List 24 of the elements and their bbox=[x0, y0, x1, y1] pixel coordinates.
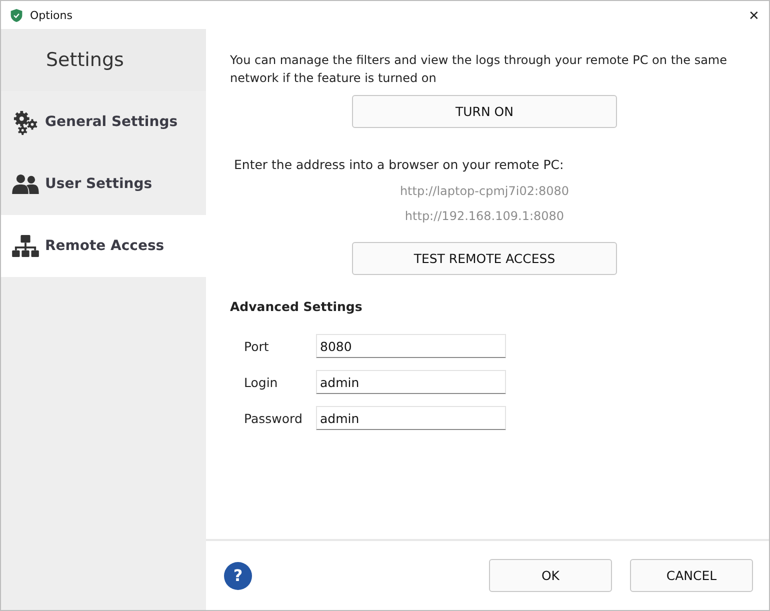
gears-icon bbox=[12, 110, 39, 134]
users-icon bbox=[12, 174, 39, 194]
input-field[interactable]: admin bbox=[316, 406, 506, 430]
turn-on-button[interactable]: TURN ON bbox=[352, 95, 617, 128]
sidebar-title: Settings bbox=[46, 49, 124, 71]
field-label: Login bbox=[244, 374, 279, 390]
shield-icon bbox=[10, 8, 23, 22]
intro-text: You can manage the filters and view the logs through your remote PC on the same network if the feature is turned on bbox=[230, 52, 728, 87]
help-button[interactable]: ? bbox=[224, 562, 252, 590]
input-field[interactable]: admin bbox=[316, 370, 506, 394]
close-button[interactable]: ✕ bbox=[739, 1, 769, 29]
address-text: http://192.168.109.1:8080 bbox=[404, 209, 564, 223]
dialog-button[interactable]: OK bbox=[489, 559, 612, 592]
network-icon bbox=[12, 234, 39, 258]
field-label: Password bbox=[244, 410, 304, 426]
window-title: Options bbox=[30, 8, 72, 22]
address-text: http://laptop-cpmj7i02:8080 bbox=[400, 184, 570, 198]
field-label: Port bbox=[244, 338, 270, 354]
sidebar-item[interactable]: Remote Access bbox=[1, 215, 206, 277]
address-hint: Enter the address into a browser on your remote PC: bbox=[234, 157, 564, 172]
dialog-button[interactable]: CANCEL bbox=[630, 559, 753, 592]
section-title: Advanced Settings bbox=[230, 299, 362, 314]
input-field[interactable]: 8080 bbox=[316, 334, 506, 358]
test-remote-access-button[interactable]: TEST REMOTE ACCESS bbox=[352, 242, 617, 275]
